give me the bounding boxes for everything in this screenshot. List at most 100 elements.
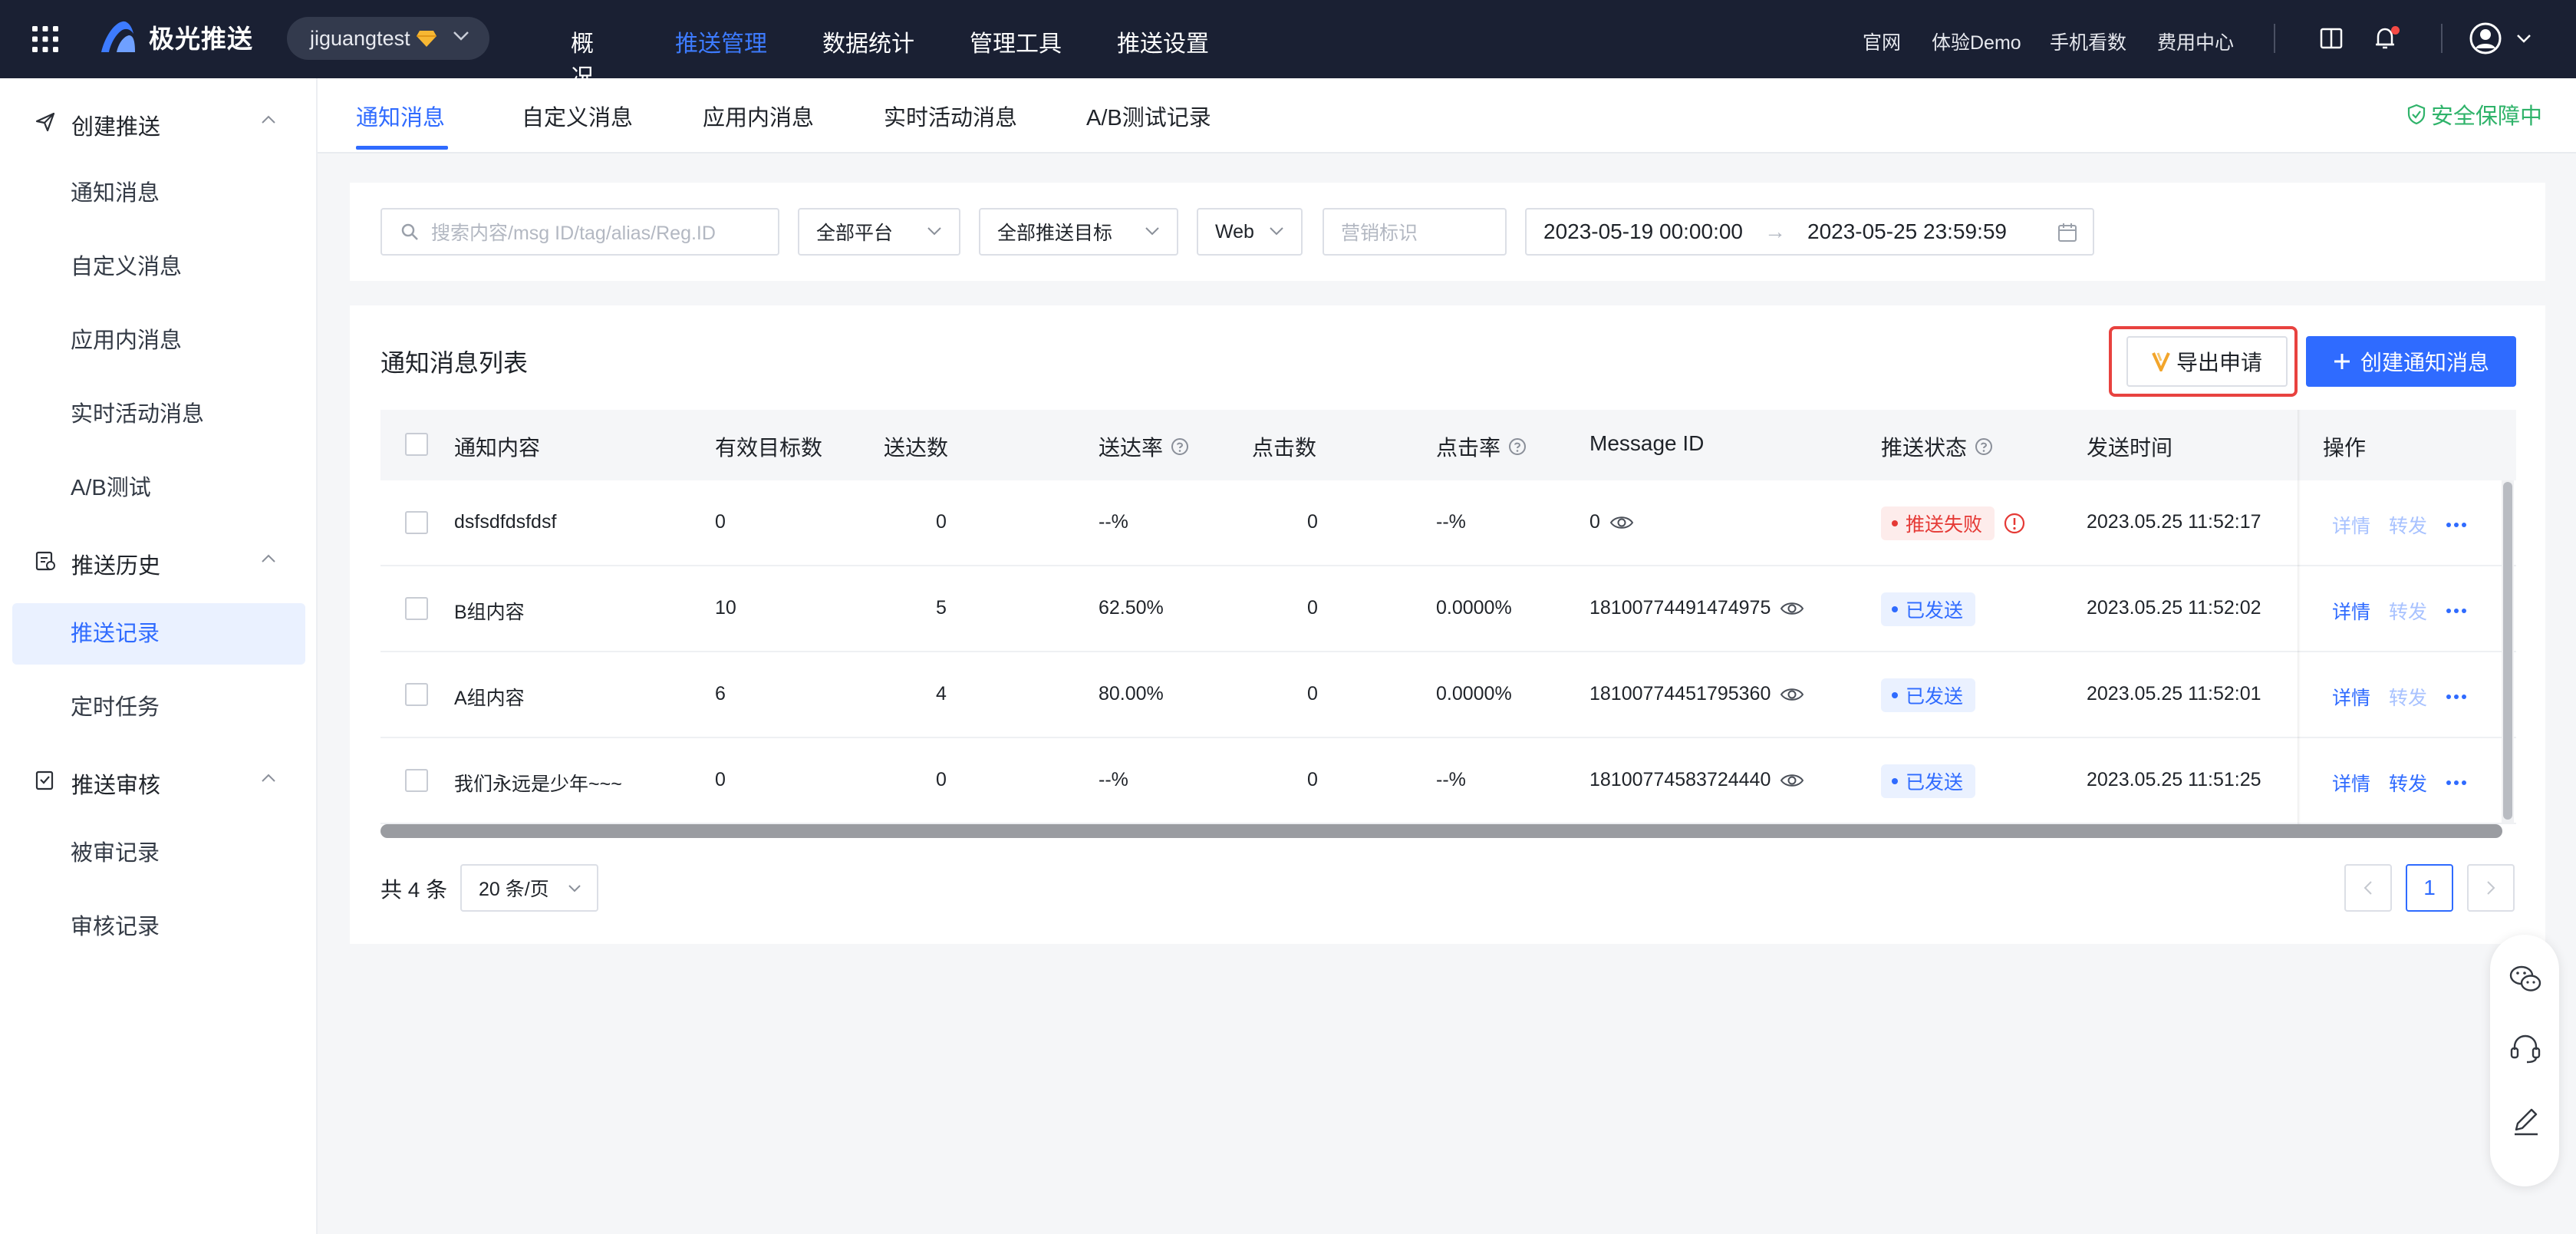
error-alert-icon[interactable] bbox=[2004, 513, 2025, 534]
sidebar-item-live-activity[interactable]: 实时活动消息 bbox=[12, 384, 305, 445]
status-label: 推送失败 bbox=[1906, 514, 1983, 536]
cell-clicks: 0 bbox=[1307, 597, 1318, 619]
sidebar-group-push-review[interactable]: 推送审核 bbox=[0, 758, 318, 801]
page-1-button[interactable]: 1 bbox=[2406, 864, 2453, 912]
platform-select[interactable]: 全部平台 bbox=[798, 208, 960, 256]
sidebar-item-in-app-message[interactable]: 应用内消息 bbox=[12, 310, 305, 371]
select-all-checkbox[interactable] bbox=[405, 433, 428, 456]
chevron-down-icon bbox=[453, 31, 469, 41]
page-size-select[interactable]: 20 条/页 bbox=[460, 864, 598, 912]
next-page-button[interactable] bbox=[2467, 864, 2515, 912]
tab-in-app-message[interactable]: 应用内消息 bbox=[703, 100, 814, 132]
wechat-icon[interactable] bbox=[2508, 964, 2542, 995]
eye-icon[interactable] bbox=[1780, 772, 1804, 789]
more-icon[interactable] bbox=[2446, 522, 2467, 528]
detail-link[interactable]: 详情 bbox=[2332, 769, 2370, 797]
col-label: 送达数 bbox=[884, 436, 949, 460]
more-icon[interactable] bbox=[2446, 780, 2467, 786]
tab-ab-test-records[interactable]: A/B测试记录 bbox=[1086, 100, 1211, 132]
date-end[interactable]: 2023-05-25 23:59:59 bbox=[1807, 219, 2007, 244]
target-select[interactable]: 全部推送目标 bbox=[979, 208, 1178, 256]
nav-management-tools[interactable]: 管理工具 bbox=[970, 25, 1062, 58]
cell-targets: 6 bbox=[715, 683, 726, 704]
sidebar-item-custom-message[interactable]: 自定义消息 bbox=[12, 236, 305, 298]
sidebar-item-reviewed-records[interactable]: 被审记录 bbox=[12, 823, 305, 884]
detail-link[interactable]: 详情 bbox=[2332, 511, 2370, 539]
help-icon[interactable] bbox=[1975, 437, 1993, 456]
search-icon bbox=[400, 223, 419, 241]
security-status[interactable]: 安全保障中 bbox=[2406, 98, 2542, 130]
row-checkbox[interactable] bbox=[405, 511, 428, 534]
help-icon[interactable] bbox=[1508, 437, 1527, 456]
col-actions: 操作 bbox=[2323, 431, 2366, 462]
detail-link[interactable]: 详情 bbox=[2332, 683, 2370, 711]
cell-send-time: 2023.05.25 11:51:25 bbox=[2087, 769, 2261, 790]
account-switcher[interactable]: jiguangtest bbox=[287, 17, 489, 60]
forward-link[interactable]: 转发 bbox=[2389, 597, 2427, 625]
channel-select[interactable]: Web bbox=[1197, 208, 1303, 256]
link-demo[interactable]: 体验Demo bbox=[1932, 28, 2021, 55]
cell-delivered: 5 bbox=[936, 597, 947, 619]
status-label: 已发送 bbox=[1906, 772, 1964, 794]
cell-delivery-rate: --% bbox=[1099, 769, 1128, 790]
book-icon[interactable] bbox=[2320, 28, 2343, 49]
prev-page-button[interactable] bbox=[2344, 864, 2392, 912]
cell-send-time: 2023.05.25 11:52:01 bbox=[2087, 683, 2261, 704]
sidebar-group-label: 推送历史 bbox=[71, 554, 161, 579]
col-targets: 有效目标数 bbox=[715, 431, 822, 462]
brand-logo[interactable]: 极光推送 bbox=[97, 18, 253, 55]
link-mobile-view[interactable]: 手机看数 bbox=[2050, 28, 2126, 55]
sidebar-item-audit-records[interactable]: 审核记录 bbox=[12, 896, 305, 958]
col-message-id: Message ID bbox=[1589, 431, 1704, 456]
account-name: jiguangtest bbox=[310, 26, 410, 50]
sidebar-group-push-history[interactable]: 推送历史 bbox=[0, 539, 318, 582]
export-request-button[interactable]: 导出申请 bbox=[2126, 336, 2288, 387]
sidebar-group-create-push[interactable]: 创建推送 bbox=[0, 100, 318, 143]
vertical-scrollbar[interactable] bbox=[2503, 482, 2512, 820]
sidebar-item-notification[interactable]: 通知消息 bbox=[12, 163, 305, 224]
chevron-up-icon bbox=[261, 115, 276, 124]
forward-link[interactable]: 转发 bbox=[2389, 769, 2427, 797]
link-billing-center[interactable]: 费用中心 bbox=[2157, 28, 2234, 55]
create-notification-button[interactable]: 创建通知消息 bbox=[2306, 336, 2516, 387]
eye-icon[interactable] bbox=[1609, 514, 1634, 531]
row-checkbox[interactable] bbox=[405, 683, 428, 706]
sidebar-item-ab-test[interactable]: A/B测试 bbox=[12, 457, 305, 519]
top-navigation-bar: 极光推送 jiguangtest 概况 推送管理 数据统计 管理工具 推送设置 … bbox=[0, 0, 2576, 91]
cell-actions: 详情 转发 bbox=[2332, 511, 2467, 539]
row-checkbox[interactable] bbox=[405, 769, 428, 792]
date-range-picker[interactable]: 2023-05-19 00:00:00 → 2023-05-25 23:59:5… bbox=[1525, 208, 2094, 256]
eye-icon[interactable] bbox=[1780, 686, 1804, 703]
nav-push-management[interactable]: 推送管理 bbox=[675, 25, 767, 58]
cell-clicks: 0 bbox=[1307, 511, 1318, 533]
cell-send-time: 2023.05.25 11:52:17 bbox=[2087, 511, 2261, 533]
sidebar-item-push-records[interactable]: 推送记录 bbox=[12, 603, 305, 665]
marketing-tag-input[interactable]: 营销标识 bbox=[1323, 208, 1507, 256]
tab-live-activity[interactable]: 实时活动消息 bbox=[884, 100, 1017, 132]
eye-icon[interactable] bbox=[1780, 600, 1804, 617]
nav-push-settings[interactable]: 推送设置 bbox=[1117, 25, 1209, 58]
horizontal-scrollbar[interactable] bbox=[380, 824, 2502, 838]
tab-custom-message[interactable]: 自定义消息 bbox=[522, 100, 633, 132]
more-icon[interactable] bbox=[2446, 608, 2467, 614]
forward-link[interactable]: 转发 bbox=[2389, 683, 2427, 711]
nav-data-statistics[interactable]: 数据统计 bbox=[822, 25, 914, 58]
apps-grid-icon[interactable] bbox=[31, 25, 60, 54]
link-official-site[interactable]: 官网 bbox=[1863, 28, 1901, 55]
detail-link[interactable]: 详情 bbox=[2332, 597, 2370, 625]
sidebar-item-scheduled-tasks[interactable]: 定时任务 bbox=[12, 677, 305, 738]
forward-link[interactable]: 转发 bbox=[2389, 511, 2427, 539]
col-click-rate: 点击率 bbox=[1436, 431, 1527, 462]
cell-status: 已发送 bbox=[1881, 592, 1976, 626]
tab-notification[interactable]: 通知消息 bbox=[356, 100, 445, 132]
help-icon[interactable] bbox=[1171, 437, 1189, 456]
customer-service-icon[interactable] bbox=[2508, 1033, 2542, 1065]
edit-feedback-icon[interactable] bbox=[2508, 1105, 2542, 1137]
more-icon[interactable] bbox=[2446, 694, 2467, 700]
search-input[interactable]: 搜索内容/msg ID/tag/alias/Reg.ID bbox=[380, 208, 779, 256]
cell-content: 我们永远是少年~~~ bbox=[454, 774, 622, 795]
user-avatar-icon[interactable] bbox=[2469, 21, 2533, 55]
row-checkbox[interactable] bbox=[405, 597, 428, 620]
notification-dot bbox=[2391, 26, 2400, 35]
date-start[interactable]: 2023-05-19 00:00:00 bbox=[1543, 219, 1743, 244]
